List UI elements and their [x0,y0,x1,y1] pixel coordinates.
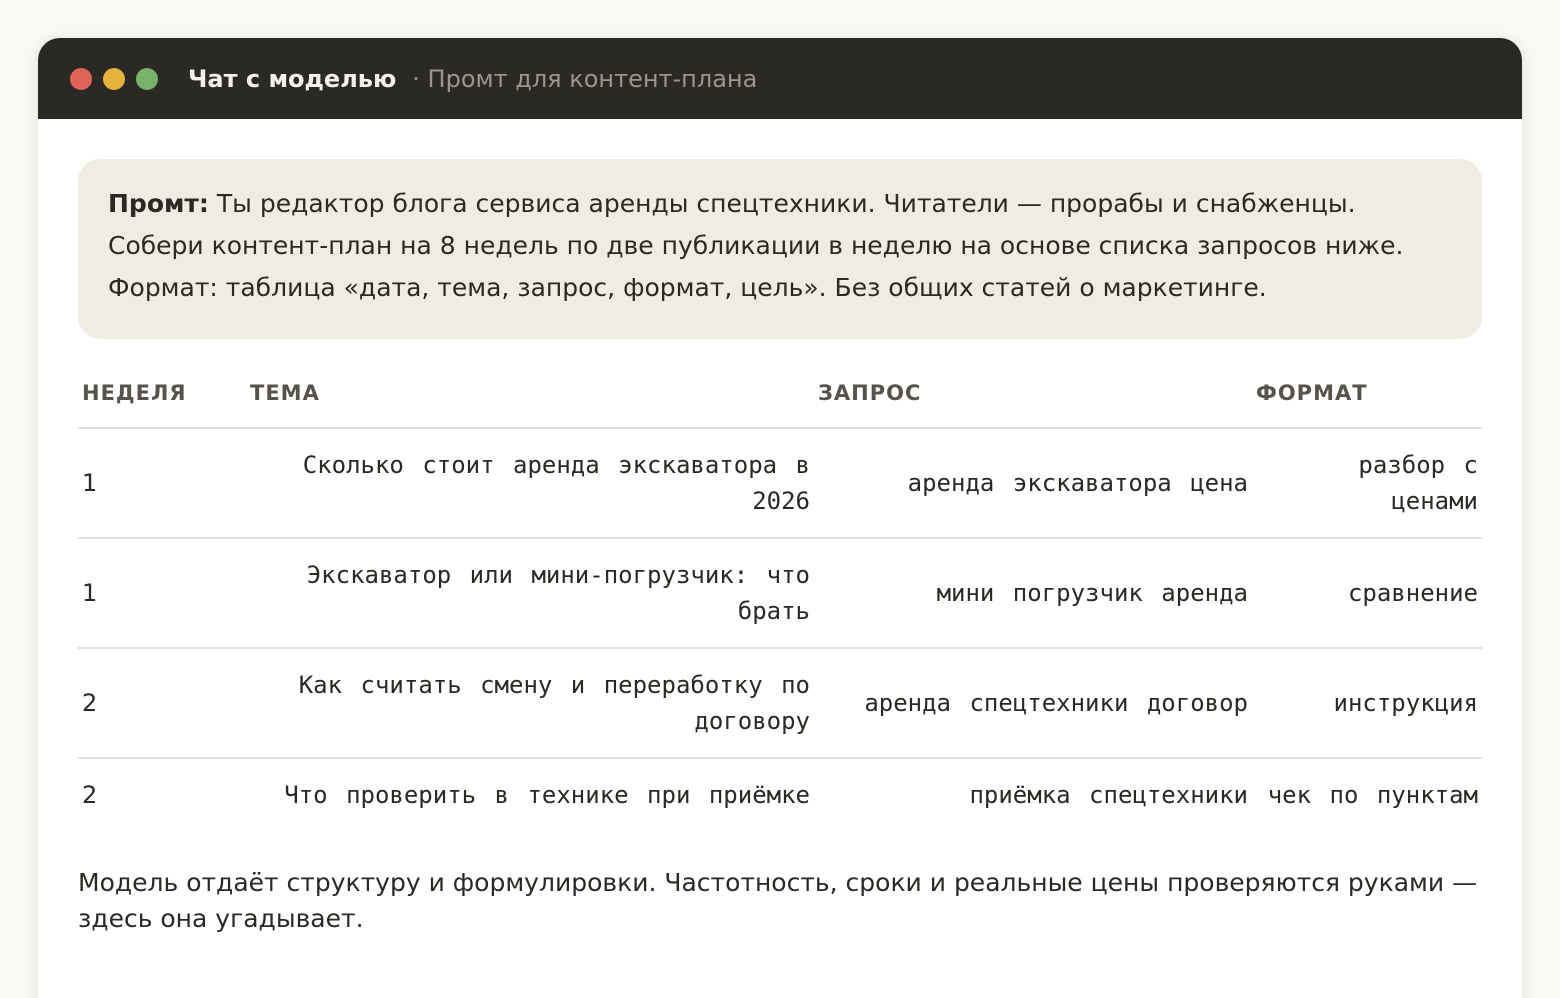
cell-format: чек по пунктам [1267,781,1478,809]
close-window-button[interactable] [70,67,92,90]
table-header-row: НЕДЕЛЯ ТЕМА ЗАПРОС ФОРМАТ [78,381,1482,429]
cell-format: разбор с ценами [1252,428,1482,539]
cell-query: аренда экскаватора цена [814,428,1252,539]
chat-content: Промт: Ты редактор блога сервиса аренды … [38,119,1522,937]
cell-format: сравнение [1252,538,1482,649]
cell-query: аренда спецтехники договор [814,648,1252,759]
title-bar: Чат с моделью · Промт для контент‑плана [38,38,1522,119]
header-format: ФОРМАТ [1252,381,1482,429]
chat-window: Чат с моделью · Промт для контент‑плана … [38,38,1522,998]
prompt-text: Ты редактор блога сервиса аренды спецтех… [108,189,1404,302]
cell-topic: Как считать смену и переработку по догов… [246,648,814,759]
header-query: ЗАПРОС [814,381,1252,429]
header-week: НЕДЕЛЯ [78,381,246,429]
table-row: 2 Как считать смену и переработку по дог… [78,648,1482,759]
cell-topic: Экскаватор или мини-погрузчик: что брать [246,538,814,649]
prompt-message: Промт: Ты редактор блога сервиса аренды … [78,159,1482,339]
prompt-label: Промт: [108,189,209,218]
table-row: 1 Экскаватор или мини-погрузчик: что бра… [78,538,1482,649]
model-note: Модель отдаёт структуру и формулировки. … [78,868,1478,933]
maximize-window-button[interactable] [136,67,158,90]
table-row: 2 Что проверить в технике при приёмке пр… [78,758,1482,831]
cell-week: 2 [82,781,98,809]
cell-query: мини погрузчик аренда [814,538,1252,649]
cell-week: 1 [78,428,246,539]
table-row: 1 Сколько стоит аренда экскаватора в 202… [78,428,1482,539]
cell-format: инструкция [1252,648,1482,759]
minimize-window-button[interactable] [103,67,125,90]
content-plan-table: НЕДЕЛЯ ТЕМА ЗАПРОС ФОРМАТ 1 Сколько стои… [78,381,1482,831]
cell-topic: Что проверить в технике при приёмке [284,781,810,809]
cell-topic: Сколько стоит аренда экскаватора в 2026 [246,428,814,539]
header-topic: ТЕМА [246,381,814,429]
cell-week: 2 [78,648,246,759]
cell-query: приёмка спецтехники [969,781,1248,809]
window-subtitle: · Промт для контент‑плана [412,64,758,93]
window-title: Чат с моделью [188,64,397,93]
cell-week: 1 [78,538,246,649]
